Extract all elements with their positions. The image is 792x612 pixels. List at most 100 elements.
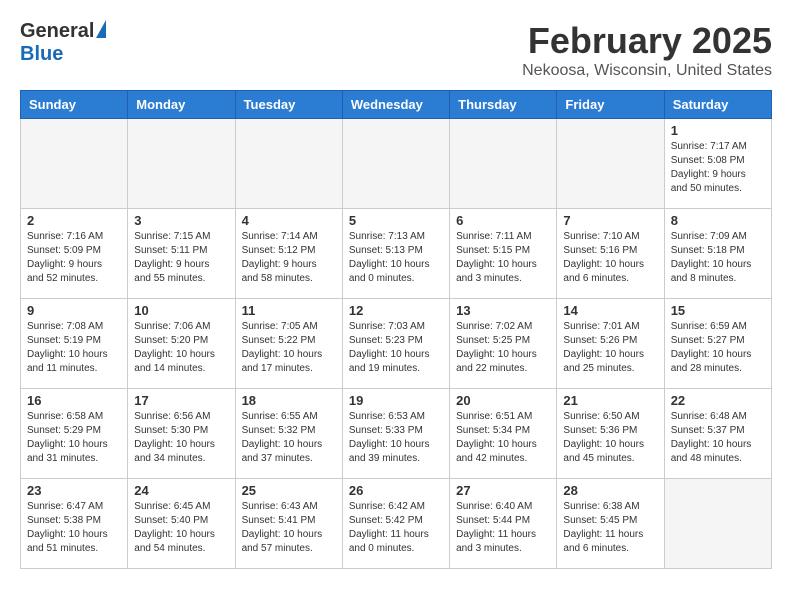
calendar-day-cell: 10Sunrise: 7:06 AM Sunset: 5:20 PM Dayli… xyxy=(128,299,235,389)
day-number: 3 xyxy=(134,213,228,228)
page-header: General Blue February 2025 Nekoosa, Wisc… xyxy=(20,20,772,80)
calendar-day-cell: 26 Sunrise: 6:42 AM Sunset: 5:42 PM Dayli… xyxy=(342,479,449,569)
day-number: 12 xyxy=(349,303,443,318)
day-number: 2 xyxy=(27,213,121,228)
calendar-day-cell: 27Sunrise: 6:40 AM Sunset: 5:44 PM Dayli… xyxy=(450,479,557,569)
calendar-day-cell: 4 Sunrise: 7:14 AM Sunset: 5:12 PM Daylig… xyxy=(235,209,342,299)
day-info: Sunrise: 7:13 AM Sunset: 5:13 PM Dayligh… xyxy=(349,230,443,286)
calendar-day-cell xyxy=(557,119,664,209)
day-info: Sunrise: 7:08 AM Sunset: 5:19 PM Dayligh… xyxy=(27,320,121,376)
calendar-day-cell: 20Sunrise: 6:51 AM Sunset: 5:34 PM Dayli… xyxy=(450,389,557,479)
calendar-header-friday: Friday xyxy=(557,91,664,119)
day-info: Sunrise: 6:38 AM Sunset: 5:45 PM Dayligh… xyxy=(563,500,657,556)
calendar-header-saturday: Saturday xyxy=(664,91,771,119)
calendar-day-cell: 28 Sunrise: 6:38 AM Sunset: 5:45 PM Dayli… xyxy=(557,479,664,569)
calendar-week-row: 1Sunrise: 7:17 AM Sunset: 5:08 PM Daylig… xyxy=(21,119,772,209)
day-info: Sunrise: 7:06 AM Sunset: 5:20 PM Dayligh… xyxy=(134,320,228,376)
calendar-day-cell: 15Sunrise: 6:59 AM Sunset: 5:27 PM Dayli… xyxy=(664,299,771,389)
day-info: Sunrise: 7:16 AM Sunset: 5:09 PM Dayligh… xyxy=(27,230,121,286)
logo: General Blue xyxy=(20,20,106,66)
calendar-week-row: 9 Sunrise: 7:08 AM Sunset: 5:19 PM Daylig… xyxy=(21,299,772,389)
calendar-day-cell: 2 Sunrise: 7:16 AM Sunset: 5:09 PM Daylig… xyxy=(21,209,128,299)
calendar-header-wednesday: Wednesday xyxy=(342,91,449,119)
day-number: 6 xyxy=(456,213,550,228)
day-number: 15 xyxy=(671,303,765,318)
calendar-day-cell: 14 Sunrise: 7:01 AM Sunset: 5:26 PM Dayli… xyxy=(557,299,664,389)
day-info: Sunrise: 6:42 AM Sunset: 5:42 PM Dayligh… xyxy=(349,500,443,556)
calendar-day-cell: 1Sunrise: 7:17 AM Sunset: 5:08 PM Daylig… xyxy=(664,119,771,209)
calendar-day-cell xyxy=(235,119,342,209)
calendar-day-cell: 18 Sunrise: 6:55 AM Sunset: 5:32 PM Dayli… xyxy=(235,389,342,479)
calendar-day-cell: 5 Sunrise: 7:13 AM Sunset: 5:13 PM Daylig… xyxy=(342,209,449,299)
day-info: Sunrise: 7:14 AM Sunset: 5:12 PM Dayligh… xyxy=(242,230,336,286)
calendar-day-cell: 3 Sunrise: 7:15 AM Sunset: 5:11 PM Daylig… xyxy=(128,209,235,299)
calendar-week-row: 2 Sunrise: 7:16 AM Sunset: 5:09 PM Daylig… xyxy=(21,209,772,299)
calendar-header-thursday: Thursday xyxy=(450,91,557,119)
calendar-table: SundayMondayTuesdayWednesdayThursdayFrid… xyxy=(20,90,772,569)
title-section: February 2025 Nekoosa, Wisconsin, United… xyxy=(522,20,772,80)
day-info: Sunrise: 6:53 AM Sunset: 5:33 PM Dayligh… xyxy=(349,410,443,466)
logo-triangle-icon xyxy=(96,20,106,38)
day-number: 26 xyxy=(349,483,443,498)
day-number: 25 xyxy=(242,483,336,498)
day-number: 17 xyxy=(134,393,228,408)
day-number: 11 xyxy=(242,303,336,318)
day-number: 5 xyxy=(349,213,443,228)
calendar-header-tuesday: Tuesday xyxy=(235,91,342,119)
day-info: Sunrise: 6:43 AM Sunset: 5:41 PM Dayligh… xyxy=(242,500,336,556)
day-info: Sunrise: 6:47 AM Sunset: 5:38 PM Dayligh… xyxy=(27,500,121,556)
day-info: Sunrise: 7:15 AM Sunset: 5:11 PM Dayligh… xyxy=(134,230,228,286)
calendar-day-cell xyxy=(450,119,557,209)
calendar-day-cell xyxy=(342,119,449,209)
calendar-header-monday: Monday xyxy=(128,91,235,119)
day-number: 22 xyxy=(671,393,765,408)
day-number: 28 xyxy=(563,483,657,498)
calendar-day-cell: 21 Sunrise: 6:50 AM Sunset: 5:36 PM Dayli… xyxy=(557,389,664,479)
day-info: Sunrise: 6:45 AM Sunset: 5:40 PM Dayligh… xyxy=(134,500,228,556)
calendar-day-cell: 12Sunrise: 7:03 AM Sunset: 5:23 PM Dayli… xyxy=(342,299,449,389)
day-number: 1 xyxy=(671,123,765,138)
day-info: Sunrise: 7:11 AM Sunset: 5:15 PM Dayligh… xyxy=(456,230,550,286)
calendar-day-cell: 23 Sunrise: 6:47 AM Sunset: 5:38 PM Dayli… xyxy=(21,479,128,569)
day-info: Sunrise: 7:02 AM Sunset: 5:25 PM Dayligh… xyxy=(456,320,550,376)
day-number: 16 xyxy=(27,393,121,408)
day-info: Sunrise: 6:40 AM Sunset: 5:44 PM Dayligh… xyxy=(456,500,550,556)
day-info: Sunrise: 6:50 AM Sunset: 5:36 PM Dayligh… xyxy=(563,410,657,466)
day-info: Sunrise: 7:10 AM Sunset: 5:16 PM Dayligh… xyxy=(563,230,657,286)
calendar-day-cell: 7 Sunrise: 7:10 AM Sunset: 5:16 PM Daylig… xyxy=(557,209,664,299)
calendar-week-row: 16 Sunrise: 6:58 AM Sunset: 5:29 PM Dayli… xyxy=(21,389,772,479)
day-number: 24 xyxy=(134,483,228,498)
day-number: 14 xyxy=(563,303,657,318)
day-info: Sunrise: 6:55 AM Sunset: 5:32 PM Dayligh… xyxy=(242,410,336,466)
calendar-day-cell: 17Sunrise: 6:56 AM Sunset: 5:30 PM Dayli… xyxy=(128,389,235,479)
calendar-day-cell: 8Sunrise: 7:09 AM Sunset: 5:18 PM Daylig… xyxy=(664,209,771,299)
day-info: Sunrise: 7:01 AM Sunset: 5:26 PM Dayligh… xyxy=(563,320,657,376)
calendar-day-cell: 24 Sunrise: 6:45 AM Sunset: 5:40 PM Dayli… xyxy=(128,479,235,569)
day-info: Sunrise: 7:05 AM Sunset: 5:22 PM Dayligh… xyxy=(242,320,336,376)
calendar-day-cell: 11 Sunrise: 7:05 AM Sunset: 5:22 PM Dayli… xyxy=(235,299,342,389)
day-info: Sunrise: 7:09 AM Sunset: 5:18 PM Dayligh… xyxy=(671,230,765,286)
calendar-day-cell: 22Sunrise: 6:48 AM Sunset: 5:37 PM Dayli… xyxy=(664,389,771,479)
location-subtitle: Nekoosa, Wisconsin, United States xyxy=(522,62,772,80)
day-number: 19 xyxy=(349,393,443,408)
calendar-day-cell xyxy=(21,119,128,209)
day-number: 18 xyxy=(242,393,336,408)
calendar-day-cell: 19 Sunrise: 6:53 AM Sunset: 5:33 PM Dayli… xyxy=(342,389,449,479)
calendar-header-row: SundayMondayTuesdayWednesdayThursdayFrid… xyxy=(21,91,772,119)
calendar-day-cell: 6 Sunrise: 7:11 AM Sunset: 5:15 PM Daylig… xyxy=(450,209,557,299)
day-number: 21 xyxy=(563,393,657,408)
logo-blue-text: Blue xyxy=(20,43,63,66)
day-number: 23 xyxy=(27,483,121,498)
day-number: 9 xyxy=(27,303,121,318)
calendar-day-cell xyxy=(664,479,771,569)
calendar-day-cell: 25 Sunrise: 6:43 AM Sunset: 5:41 PM Dayli… xyxy=(235,479,342,569)
calendar-day-cell: 16 Sunrise: 6:58 AM Sunset: 5:29 PM Dayli… xyxy=(21,389,128,479)
day-number: 7 xyxy=(563,213,657,228)
calendar-header-sunday: Sunday xyxy=(21,91,128,119)
day-info: Sunrise: 6:58 AM Sunset: 5:29 PM Dayligh… xyxy=(27,410,121,466)
day-number: 4 xyxy=(242,213,336,228)
calendar-week-row: 23 Sunrise: 6:47 AM Sunset: 5:38 PM Dayli… xyxy=(21,479,772,569)
calendar-day-cell: 13Sunrise: 7:02 AM Sunset: 5:25 PM Dayli… xyxy=(450,299,557,389)
day-number: 20 xyxy=(456,393,550,408)
logo-general-text: General xyxy=(20,20,94,43)
